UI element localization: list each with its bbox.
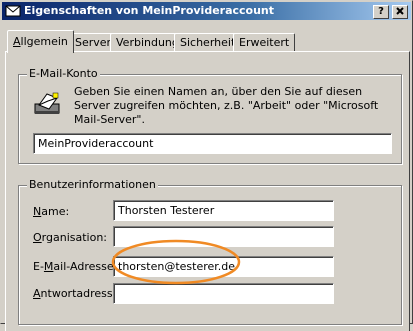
- window-title: Eigenschaften von MeinProvideraccount: [24, 4, 275, 17]
- tab-label: Allgemein: [13, 35, 68, 48]
- tab-sicherheit[interactable]: Sicherheit: [174, 33, 242, 51]
- tab-erweitert[interactable]: Erweitert: [233, 33, 296, 51]
- close-icon: [396, 7, 404, 15]
- close-button[interactable]: [392, 5, 408, 19]
- tab-panel-allgemein: E-Mail-Konto Geben Sie einen Namen an, ü…: [5, 51, 410, 331]
- tab-allgemein[interactable]: Allgemein: [7, 30, 74, 53]
- email-account-legend: E-Mail-Konto: [27, 67, 100, 81]
- name-label: Name:: [33, 205, 70, 218]
- account-name-input[interactable]: MeinProvideraccount: [33, 133, 392, 154]
- reply-address-input[interactable]: [113, 283, 334, 304]
- user-info-legend: Benutzerinformationen: [27, 178, 158, 192]
- name-input[interactable]: Thorsten Testerer: [113, 200, 334, 221]
- email-highlight-ellipse: [111, 239, 241, 285]
- mail-account-icon: [5, 4, 21, 18]
- email-account-description: Geben Sie einen Namen an, über den Sie a…: [74, 85, 379, 126]
- email-label: E-Mail-Adresse:: [33, 260, 118, 273]
- help-button[interactable]: ?: [373, 5, 389, 19]
- organization-label: Organisation:: [33, 231, 108, 244]
- email-account-group: E-Mail-Konto Geben Sie einen Namen an, ü…: [18, 67, 402, 164]
- reply-address-label: Antwortadresse:: [33, 287, 124, 300]
- mail-server-icon: [31, 89, 63, 117]
- properties-dialog: Eigenschaften von MeinProvideraccount ? …: [0, 0, 413, 331]
- title-bar[interactable]: Eigenschaften von MeinProvideraccount ?: [2, 2, 411, 20]
